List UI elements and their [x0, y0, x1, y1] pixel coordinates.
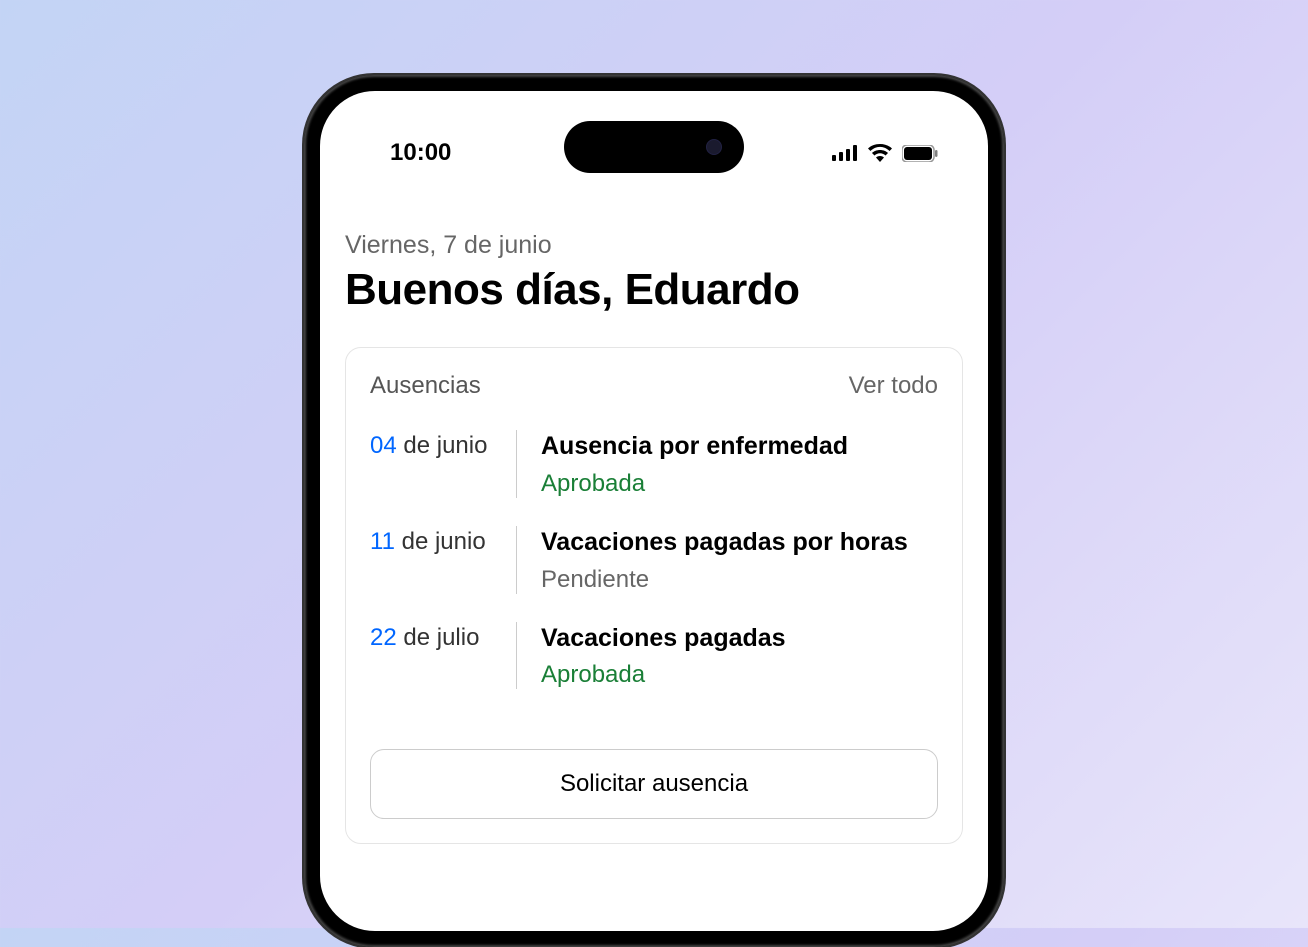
- absence-type: Ausencia por enfermedad: [541, 430, 938, 464]
- absences-card: Ausencias Ver todo 04 de junio Ausencia …: [345, 347, 963, 844]
- absence-status: Pendiente: [541, 566, 938, 594]
- absence-type: Vacaciones pagadas: [541, 622, 938, 656]
- absence-status: Aprobada: [541, 661, 938, 689]
- absence-details: Ausencia por enfermedad Aprobada: [533, 430, 938, 498]
- status-time: 10:00: [390, 139, 451, 167]
- card-header: Ausencias Ver todo: [370, 372, 938, 400]
- battery-icon: [902, 145, 938, 162]
- see-all-link[interactable]: Ver todo: [849, 372, 938, 400]
- absence-status: Aprobada: [541, 470, 938, 498]
- card-title: Ausencias: [370, 372, 481, 400]
- absence-date: 11 de junio: [370, 526, 500, 594]
- wifi-icon: [868, 144, 892, 162]
- greeting-title: Buenos días, Eduardo: [345, 265, 963, 315]
- absence-item[interactable]: 22 de julio Vacaciones pagadas Aprobada: [370, 622, 938, 690]
- date-label: Viernes, 7 de junio: [345, 231, 963, 260]
- phone-frame: 10:00 Viernes, 7 de junio Buenos días, E…: [304, 75, 1004, 947]
- absence-item[interactable]: 04 de junio Ausencia por enfermedad Apro…: [370, 430, 938, 498]
- cellular-signal-icon: [832, 145, 858, 161]
- main-content: Viernes, 7 de junio Buenos días, Eduardo…: [320, 171, 988, 844]
- phone-screen: 10:00 Viernes, 7 de junio Buenos días, E…: [320, 91, 988, 931]
- divider: [516, 430, 517, 498]
- divider: [516, 622, 517, 690]
- divider: [516, 526, 517, 594]
- absence-details: Vacaciones pagadas por horas Pendiente: [533, 526, 938, 594]
- dynamic-island: [564, 121, 744, 173]
- absence-item[interactable]: 11 de junio Vacaciones pagadas por horas…: [370, 526, 938, 594]
- absence-type: Vacaciones pagadas por horas: [541, 526, 938, 560]
- status-icons: [832, 144, 938, 162]
- absence-date: 04 de junio: [370, 430, 500, 498]
- absence-list: 04 de junio Ausencia por enfermedad Apro…: [370, 430, 938, 689]
- request-absence-button[interactable]: Solicitar ausencia: [370, 749, 938, 819]
- absence-details: Vacaciones pagadas Aprobada: [533, 622, 938, 690]
- absence-date: 22 de julio: [370, 622, 500, 690]
